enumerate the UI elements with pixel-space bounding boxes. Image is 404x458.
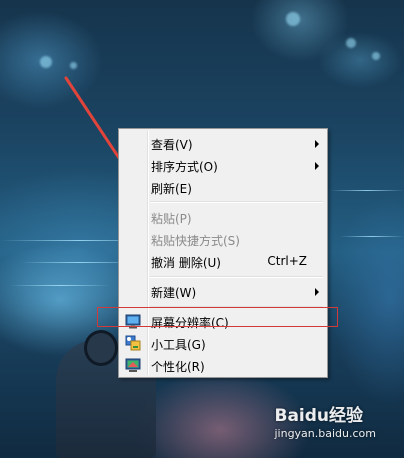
menu-item-label: 粘贴快捷方式(S) — [151, 234, 240, 248]
submenu-arrow-icon — [315, 162, 319, 170]
menu-item-personalize[interactable]: 个性化(R) — [121, 354, 325, 376]
menu-item-paste-shortcut[interactable]: 粘贴快捷方式(S) — [121, 228, 325, 250]
menu-separator — [150, 201, 323, 203]
menu-item-view[interactable]: 查看(V) — [121, 132, 325, 154]
menu-item-refresh[interactable]: 刷新(E) — [121, 176, 325, 198]
watermark: Baidu经验 jingyan.baidu.com — [274, 401, 376, 440]
menu-item-label: 新建(W) — [151, 286, 197, 300]
menu-item-label: 个性化(R) — [151, 360, 205, 374]
desktop-context-menu: 查看(V) 排序方式(O) 刷新(E) 粘贴(P) 粘贴快捷方式(S) 撤消 删… — [118, 128, 328, 378]
menu-item-label: 刷新(E) — [151, 182, 192, 196]
menu-item-undo-delete[interactable]: 撤消 删除(U) Ctrl+Z — [121, 250, 325, 272]
menu-item-shortcut: Ctrl+Z — [267, 254, 307, 268]
menu-item-label: 小工具(G) — [151, 338, 206, 352]
watermark-url: jingyan.baidu.com — [274, 427, 376, 440]
menu-item-gadgets[interactable]: 小工具(G) — [121, 332, 325, 354]
personalize-icon — [125, 357, 141, 373]
menu-item-new[interactable]: 新建(W) — [121, 280, 325, 302]
submenu-arrow-icon — [315, 140, 319, 148]
menu-separator — [150, 276, 323, 278]
menu-item-label: 查看(V) — [151, 138, 193, 152]
submenu-arrow-icon — [315, 288, 319, 296]
watermark-logo: Baidu经验 — [274, 406, 364, 426]
menu-item-label: 排序方式(O) — [151, 160, 218, 174]
menu-item-paste[interactable]: 粘贴(P) — [121, 206, 325, 228]
annotation-highlight-box — [97, 307, 338, 327]
gadgets-icon — [125, 335, 141, 351]
menu-item-sort-by[interactable]: 排序方式(O) — [121, 154, 325, 176]
menu-item-label: 撤消 删除(U) — [151, 256, 221, 270]
menu-item-label: 粘贴(P) — [151, 212, 192, 226]
